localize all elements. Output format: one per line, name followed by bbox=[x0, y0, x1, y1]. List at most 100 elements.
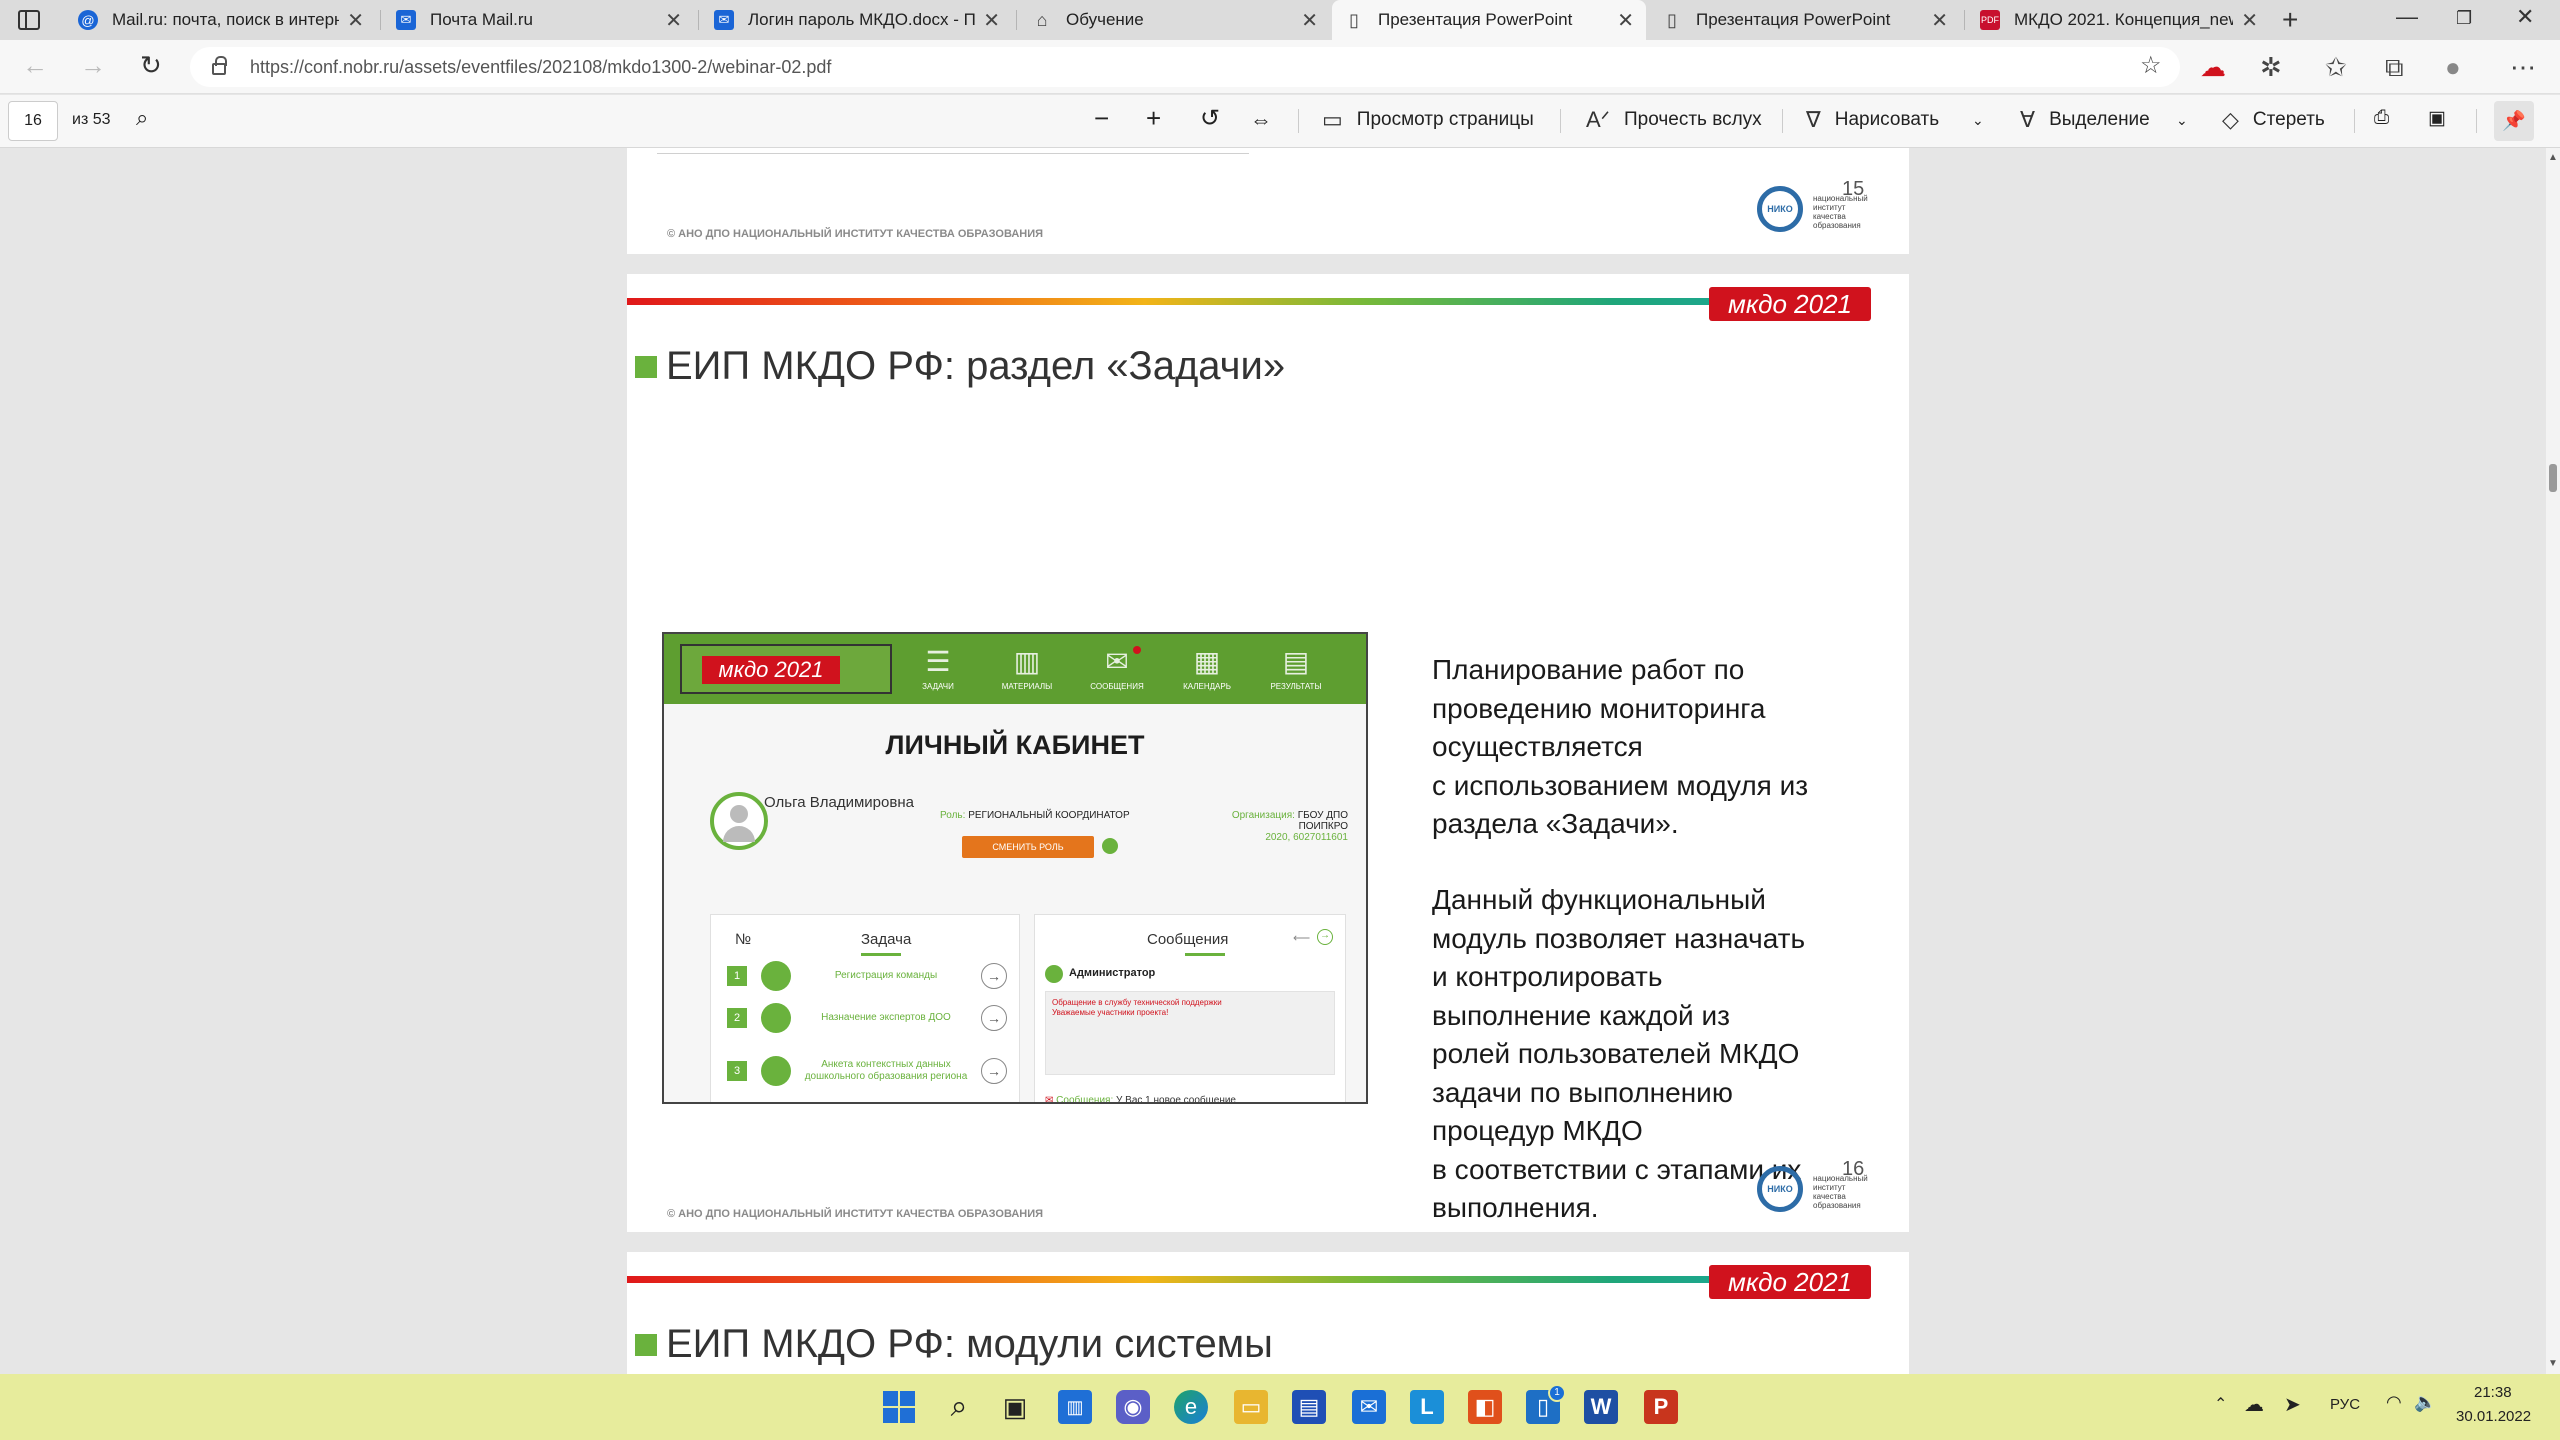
cloud-extension-icon[interactable]: ☁ bbox=[2200, 52, 2226, 83]
more-menu-icon[interactable]: ⋯ bbox=[2510, 52, 2536, 83]
close-tab-icon[interactable]: ✕ bbox=[347, 8, 364, 33]
tab-title: МКДО 2021. Концепция_new.p bbox=[2014, 10, 2234, 29]
volume-icon[interactable]: 🔈 bbox=[2414, 1392, 2436, 1413]
forward-icon[interactable]: → bbox=[80, 50, 106, 81]
highlighter-icon: ∀ bbox=[2020, 107, 2036, 132]
tasks-header: Задача bbox=[861, 931, 912, 948]
lock-icon[interactable] bbox=[212, 56, 227, 75]
scroll-up-icon[interactable]: ▲ bbox=[2548, 152, 2558, 163]
task-number: 1 bbox=[727, 966, 747, 986]
pin-toolbar-icon[interactable]: 📌 bbox=[2494, 101, 2534, 141]
widgets-icon[interactable]: ▥ bbox=[1058, 1390, 1092, 1424]
file-explorer-icon[interactable]: ▭ bbox=[1234, 1390, 1268, 1424]
powerpoint-icon[interactable]: P bbox=[1644, 1390, 1678, 1424]
highlight-options-chevron-icon[interactable]: ⌄ bbox=[2176, 112, 2188, 129]
arrow-right-icon: → bbox=[981, 963, 1007, 989]
paragraph-line: задачи по выполнению bbox=[1432, 1076, 1733, 1108]
page-view-label: Просмотр страницы bbox=[1356, 109, 1534, 130]
save-icon[interactable]: ▣ bbox=[2428, 107, 2446, 130]
page-total: из 53 bbox=[72, 111, 111, 128]
tab-obuchenie[interactable]: ⌂ Обучение ✕ bbox=[1020, 0, 1330, 40]
draw-button[interactable]: ∇ Нарисовать bbox=[1806, 107, 1939, 133]
zoom-in-icon[interactable]: + bbox=[1146, 103, 1161, 134]
close-tab-icon[interactable]: ✕ bbox=[1617, 8, 1634, 33]
close-window-icon[interactable]: ✕ bbox=[2516, 4, 2534, 30]
close-tab-icon[interactable]: ✕ bbox=[2241, 8, 2258, 33]
zoom-out-icon[interactable]: − bbox=[1094, 103, 1109, 134]
fit-page-icon[interactable]: ⇔ bbox=[1250, 107, 1272, 133]
tab-mailru-search[interactable]: @ Mail.ru: почта, поиск в интерне ✕ bbox=[66, 0, 376, 40]
start-icon[interactable] bbox=[882, 1390, 916, 1424]
location-icon[interactable]: ➤ bbox=[2284, 1392, 2301, 1417]
favorites-icon[interactable]: ✩ bbox=[2325, 52, 2347, 83]
user-organization: Организация: ГБОУ ДПО ПОИПКРО 2020, 60270… bbox=[1188, 810, 1348, 843]
search-icon[interactable]: ⌕ bbox=[942, 1390, 976, 1424]
refresh-icon[interactable]: ↻ bbox=[140, 50, 162, 81]
pdf-viewer[interactable]: © АНО ДПО НАЦИОНАЛЬНЫЙ ИНСТИТУТ КАЧЕСТВА… bbox=[0, 148, 2546, 1374]
close-tab-icon[interactable]: ✕ bbox=[983, 8, 1000, 33]
scroll-down-icon[interactable]: ▼ bbox=[2548, 1358, 2558, 1369]
back-icon[interactable]: ← bbox=[22, 50, 48, 81]
url-text[interactable]: https://conf.nobr.ru/assets/eventfiles/2… bbox=[250, 57, 831, 78]
tab-title: Презентация PowerPoint bbox=[1378, 10, 1573, 29]
rotate-icon[interactable]: ↺ bbox=[1200, 104, 1220, 133]
add-favorite-icon[interactable]: ☆ bbox=[2140, 51, 2162, 80]
page-view-button[interactable]: ▭ Просмотр страницы bbox=[1322, 107, 1534, 133]
tab-login-docx[interactable]: ✉ Логин пароль МКДО.docx - По ✕ bbox=[702, 0, 1012, 40]
edge-browser-icon[interactable]: e bbox=[1174, 1390, 1208, 1424]
close-tab-icon[interactable]: ✕ bbox=[665, 8, 682, 33]
minimize-icon[interactable]: — bbox=[2396, 4, 2418, 30]
chat-icon[interactable]: ◉ bbox=[1116, 1390, 1150, 1424]
logo-label: НИКО bbox=[1767, 204, 1793, 214]
task-label: Назначение экспертов ДОО bbox=[821, 1012, 951, 1023]
office-icon[interactable]: ◧ bbox=[1468, 1390, 1502, 1424]
profile-avatar-icon[interactable]: ● bbox=[2445, 52, 2461, 83]
tab-presentation[interactable]: ▯ Презентация PowerPoint ✕ bbox=[1650, 0, 1960, 40]
paragraph-line: с использованием модуля из bbox=[1432, 769, 1809, 801]
notification-badge: 1 bbox=[1548, 1384, 1566, 1402]
page-number-input[interactable]: 16 bbox=[8, 101, 58, 141]
wifi-icon[interactable]: ◠ bbox=[2386, 1392, 2402, 1413]
tab-actions-icon[interactable] bbox=[18, 10, 40, 30]
onedrive-icon[interactable]: ☁ bbox=[2244, 1392, 2264, 1417]
address-input[interactable]: https://conf.nobr.ru/assets/eventfiles/2… bbox=[190, 47, 2180, 87]
help-icon bbox=[1102, 838, 1118, 854]
address-bar-row: ← → ↻ https://conf.nobr.ru/assets/eventf… bbox=[0, 40, 2560, 94]
word-icon[interactable]: W bbox=[1584, 1390, 1618, 1424]
tab-mkdo-pdf[interactable]: PDF МКДО 2021. Концепция_new.p ✕ bbox=[1968, 0, 2270, 40]
tab-mailru-mail[interactable]: ✉ Почта Mail.ru ✕ bbox=[384, 0, 694, 40]
erase-button[interactable]: ◇ Стереть bbox=[2222, 107, 2325, 133]
tab-presentation-active[interactable]: ▯ Презентация PowerPoint ✕ bbox=[1332, 0, 1646, 40]
l-app-icon[interactable]: L bbox=[1410, 1390, 1444, 1424]
clock-date[interactable]: 30.01.2022 bbox=[2456, 1408, 2531, 1425]
new-tab-icon[interactable]: + bbox=[2282, 4, 2298, 36]
language-indicator[interactable]: РУС bbox=[2330, 1396, 2360, 1413]
draw-label: Нарисовать bbox=[1834, 109, 1940, 130]
scrollbar-thumb[interactable] bbox=[2549, 464, 2557, 492]
close-tab-icon[interactable]: ✕ bbox=[1931, 8, 1948, 33]
logo-label: НИКО bbox=[1767, 1184, 1793, 1194]
clock-time[interactable]: 21:38 bbox=[2474, 1384, 2512, 1401]
document-icon: ▯ bbox=[1349, 9, 1359, 30]
task-view-icon[interactable]: ▣ bbox=[998, 1390, 1032, 1424]
highlight-button[interactable]: ∀ Выделение bbox=[2020, 107, 2150, 133]
vertical-scrollbar[interactable]: ▲ ▼ bbox=[2546, 148, 2560, 1374]
restore-icon[interactable]: ❐ bbox=[2456, 8, 2472, 29]
paragraph-line: и контролировать bbox=[1432, 961, 1663, 992]
collections-icon[interactable]: ⧉ bbox=[2385, 52, 2404, 84]
slide-gradient-line bbox=[627, 1276, 1859, 1283]
document-icon: ▯ bbox=[1667, 9, 1677, 30]
draw-options-chevron-icon[interactable]: ⌄ bbox=[1972, 112, 1984, 129]
search-icon[interactable]: ⌕ bbox=[136, 105, 148, 131]
org-value: ГБОУ ДПО ПОИПКРО bbox=[1297, 810, 1348, 832]
extensions-icon[interactable]: ✲ bbox=[2260, 52, 2282, 83]
phone-link-icon[interactable]: ▯ 1 bbox=[1526, 1384, 1566, 1424]
print-icon[interactable]: ⎙ bbox=[2374, 107, 2389, 129]
show-hidden-icons[interactable]: ⌃ bbox=[2214, 1394, 2227, 1414]
mail-icon[interactable]: ✉ bbox=[1352, 1390, 1386, 1424]
header-underline bbox=[1185, 953, 1225, 956]
close-tab-icon[interactable]: ✕ bbox=[1301, 8, 1318, 33]
calendar-icon: ▦ bbox=[1193, 646, 1221, 677]
store-icon[interactable]: ▤ bbox=[1292, 1390, 1326, 1424]
read-aloud-button[interactable]: A͏ᐟ Прочесть вслух bbox=[1586, 107, 1762, 133]
